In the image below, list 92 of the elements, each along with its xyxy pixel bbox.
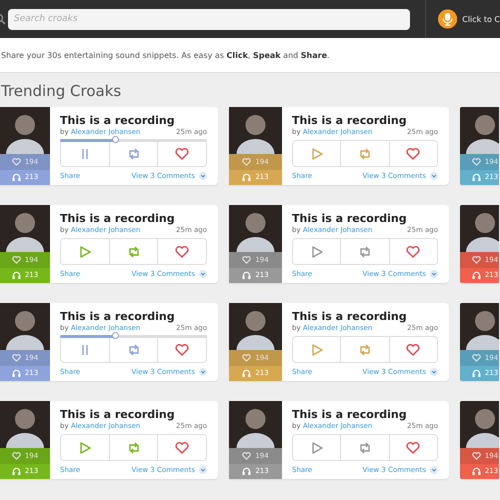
- repeat-icon: [358, 148, 372, 160]
- chevron-down-icon[interactable]: [430, 172, 438, 180]
- like-button[interactable]: [388, 435, 437, 460]
- heart-icon: [12, 354, 21, 362]
- heart-icon: [242, 158, 252, 166]
- heart-icon: [175, 442, 190, 454]
- repeat-icon: [126, 344, 140, 356]
- recording-title: This is a recording: [292, 310, 408, 323]
- headphones-icon: [242, 271, 252, 280]
- repeat-icon: [358, 442, 372, 454]
- heart-icon: [472, 354, 481, 362]
- repeat-icon: [358, 344, 372, 356]
- photo-placeholder: [0, 205, 50, 252]
- record-label[interactable]: Click to C: [462, 14, 500, 24]
- tagline: Share your 30s entertaining sound snippets. As easy as Click, Speak and Share.: [1, 50, 330, 60]
- recording-title: This is a recording: [292, 408, 408, 421]
- photo-placeholder: [229, 401, 282, 448]
- photo-placeholder: [229, 303, 282, 350]
- heart-icon: [175, 148, 190, 160]
- headphones-icon: [12, 173, 21, 182]
- heart-icon: [12, 256, 21, 264]
- heart-icon: [406, 148, 420, 160]
- photo-placeholder: [460, 401, 499, 448]
- headphones-icon: [472, 173, 481, 182]
- heart-icon: [175, 344, 190, 356]
- heart-icon: [12, 452, 21, 460]
- repeat-icon: [358, 246, 372, 258]
- like-button[interactable]: [157, 239, 206, 264]
- headphones-icon: [472, 271, 481, 280]
- like-button[interactable]: [157, 141, 206, 166]
- play-icon: [310, 148, 323, 160]
- headphones-icon: [472, 467, 481, 476]
- like-button[interactable]: [388, 141, 437, 166]
- section-title: Trending Croaks: [1, 81, 122, 102]
- headphones-icon: [12, 467, 21, 476]
- photo-placeholder: [229, 107, 282, 154]
- headphones-icon: [242, 173, 252, 182]
- headphones-icon: [242, 369, 252, 378]
- like-button[interactable]: [157, 337, 206, 362]
- heart-icon: [12, 158, 21, 166]
- heart-icon: [472, 256, 481, 264]
- chevron-down-icon[interactable]: [430, 270, 438, 278]
- chevron-down-icon[interactable]: [199, 270, 207, 278]
- like-button[interactable]: [157, 435, 206, 460]
- recording-title: This is a recording: [60, 310, 176, 323]
- heart-icon: [242, 452, 252, 460]
- play-icon: [310, 442, 323, 454]
- recording-title: This is a recording: [60, 212, 176, 225]
- headphones-icon: [12, 271, 21, 280]
- photo-placeholder: [229, 205, 282, 252]
- progress-handle[interactable]: [112, 332, 119, 339]
- recording-title: This is a recording: [292, 114, 408, 127]
- photo-placeholder: [0, 401, 50, 448]
- heart-icon: [406, 344, 420, 356]
- photo-placeholder: [460, 107, 499, 154]
- like-button[interactable]: [388, 239, 437, 264]
- recording-title: This is a recording: [292, 212, 408, 225]
- heart-icon: [175, 246, 190, 258]
- heart-icon: [242, 354, 252, 362]
- chevron-down-icon[interactable]: [199, 466, 207, 474]
- recording-title: This is a recording: [60, 114, 176, 127]
- search-icon: [0, 14, 6, 24]
- repeat-icon: [126, 442, 140, 454]
- heart-icon: [472, 158, 481, 166]
- progress-handle[interactable]: [112, 136, 119, 143]
- chevron-down-icon[interactable]: [199, 368, 207, 376]
- photo-placeholder: [460, 303, 499, 350]
- repeat-icon: [126, 246, 140, 258]
- heart-icon: [242, 256, 252, 264]
- play-icon: [310, 344, 323, 356]
- photo-placeholder: [0, 107, 50, 154]
- heart-icon: [406, 246, 420, 258]
- recording-title: This is a recording: [60, 408, 176, 421]
- like-button[interactable]: [388, 337, 437, 362]
- headphones-icon: [12, 369, 21, 378]
- pause-icon: [80, 344, 90, 356]
- pause-icon: [80, 148, 90, 160]
- repeat-icon: [126, 148, 140, 160]
- chevron-down-icon[interactable]: [199, 172, 207, 180]
- headphones-icon: [472, 369, 481, 378]
- headphones-icon: [242, 467, 252, 476]
- heart-icon: [406, 442, 420, 454]
- chevron-down-icon[interactable]: [430, 368, 438, 376]
- photo-placeholder: [0, 303, 50, 350]
- microphone-icon[interactable]: [438, 8, 458, 30]
- photo-placeholder: [460, 205, 499, 252]
- play-icon: [78, 442, 91, 454]
- heart-icon: [472, 452, 481, 460]
- chevron-down-icon[interactable]: [430, 466, 438, 474]
- play-icon: [310, 246, 323, 258]
- search-field[interactable]: Search croaks: [8, 8, 410, 30]
- play-icon: [78, 246, 91, 258]
